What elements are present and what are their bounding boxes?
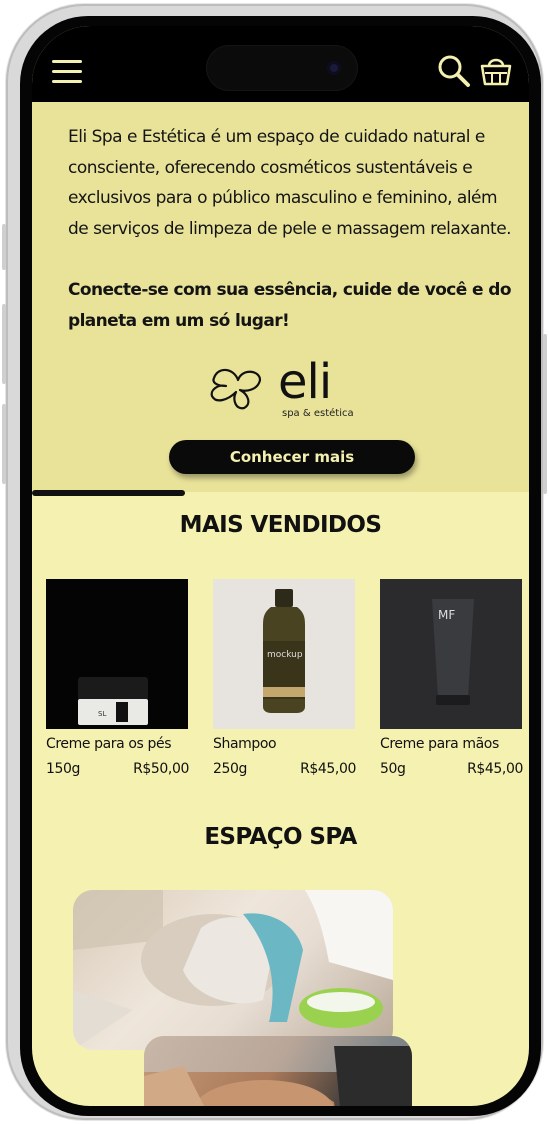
side-button — [2, 224, 6, 270]
product-meta: 50g R$45,00 — [380, 761, 523, 777]
brand-logo: eli spa & estética — [208, 354, 358, 422]
spa-massage-image[interactable] — [144, 1036, 412, 1106]
product-size: 50g — [380, 761, 406, 777]
logo-subtitle: spa & estética — [282, 408, 354, 419]
product-card[interactable]: SL Creme para os pés 150g R$50,00 — [46, 579, 189, 777]
side-button — [2, 404, 6, 484]
intro-description: Eli Spa e Estética é um espaço de cuidad… — [68, 127, 512, 239]
product-price: R$45,00 — [300, 761, 356, 777]
shampoo-bottle-image: mockup — [263, 589, 305, 713]
spa-facial-treatment-image[interactable] — [73, 890, 393, 1050]
spa-section-title: ESPAÇO SPA — [204, 824, 357, 850]
basket-icon[interactable] — [480, 54, 512, 88]
side-button — [2, 304, 6, 384]
product-card[interactable]: mockup Shampoo 250g R$45,00 — [213, 579, 356, 777]
phone-frame: Eli Spa e Estética é um espaço de cuidad… — [2, 4, 547, 1120]
product-size: 150g — [46, 761, 81, 777]
product-price: R$45,00 — [467, 761, 523, 777]
product-meta: 150g R$50,00 — [46, 761, 189, 777]
intro-tagline: Conecte-se com sua essência, cuide de vo… — [68, 280, 512, 331]
intro-section: Eli Spa e Estética é um espaço de cuidad… — [32, 102, 529, 496]
product-meta: 250g R$45,00 — [213, 761, 356, 777]
hand-cream-tube-image: MF — [432, 599, 474, 705]
product-card[interactable]: MF Creme para mãos 50g R$45,00 — [380, 579, 523, 777]
phone-bezel: Eli Spa e Estética é um espaço de cuidad… — [20, 16, 541, 1116]
logo-wordmark: eli — [278, 354, 332, 410]
product-price: R$50,00 — [133, 761, 189, 777]
hamburger-menu-icon[interactable] — [52, 60, 82, 84]
dynamic-island — [207, 46, 357, 90]
product-size: 250g — [213, 761, 248, 777]
butterfly-logo-icon — [210, 368, 262, 410]
app-header — [32, 26, 529, 102]
side-button — [543, 334, 547, 494]
best-sellers-title: MAIS VENDIDOS — [179, 512, 382, 538]
carousel-indicator — [32, 490, 185, 496]
svg-text:SL: SL — [98, 710, 106, 718]
search-icon[interactable] — [437, 54, 471, 88]
product-image: mockup — [213, 579, 355, 729]
cream-jar-image: SL — [78, 677, 148, 725]
camera-icon — [327, 61, 341, 75]
screen: Eli Spa e Estética é um espaço de cuidad… — [32, 26, 529, 1106]
product-name: Shampoo — [213, 736, 277, 752]
product-name: Creme para mãos — [380, 736, 499, 752]
product-name: Creme para os pés — [46, 736, 172, 752]
learn-more-button[interactable]: Conhecer mais — [169, 440, 415, 474]
svg-text:MF: MF — [438, 608, 455, 622]
svg-text:mockup: mockup — [267, 650, 303, 660]
product-image: SL — [46, 579, 188, 729]
product-image: MF — [380, 579, 522, 729]
